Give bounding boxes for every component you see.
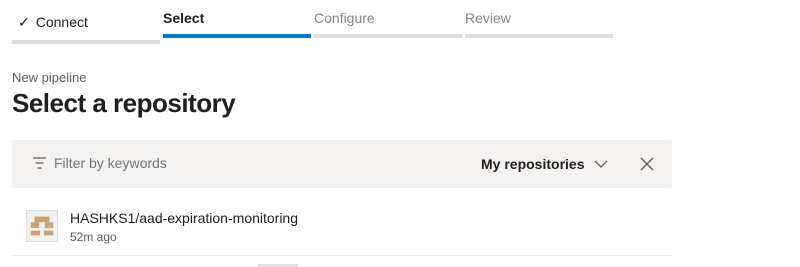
filter-icon [33,157,46,169]
repo-avatar [26,210,58,242]
filter-input[interactable] [54,155,354,171]
repository-name: HASHKS1/aad-expiration-monitoring [70,210,298,226]
repository-scope-dropdown[interactable]: My repositories [481,154,608,174]
step-select-label: Select [163,10,205,26]
repository-scope-label: My repositories [481,156,585,172]
checkmark-icon: ✓ [18,14,30,30]
step-connect-label: Connect [35,14,88,30]
step-select[interactable]: Select [163,0,311,46]
step-connect-bar [12,40,160,44]
page-subtitle: New pipeline [12,70,87,85]
step-configure-bar [314,34,462,38]
step-configure[interactable]: Configure [314,0,462,46]
close-icon[interactable] [639,156,655,172]
repository-list-item[interactable]: HASHKS1/aad-expiration-monitoring 52m ag… [12,196,672,256]
step-connect[interactable]: ✓ Connect [12,0,160,46]
page-title: Select a repository [12,88,236,118]
repository-updated-time: 52m ago [70,230,117,244]
step-select-bar [163,34,311,38]
step-review-bar [465,34,613,38]
filter-bar: My repositories [12,140,672,188]
step-configure-label: Configure [314,10,375,26]
step-review[interactable]: Review [465,0,613,46]
step-review-label: Review [465,10,511,26]
chevron-down-icon [595,160,608,168]
